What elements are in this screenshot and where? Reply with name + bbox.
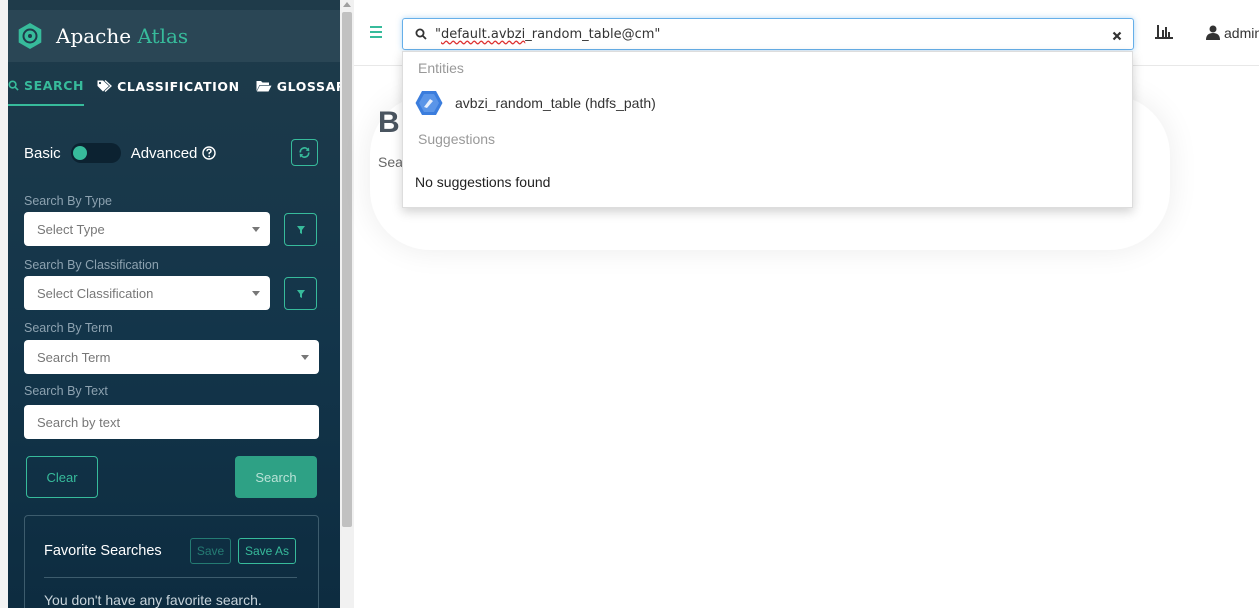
type-filter-button[interactable]: [284, 213, 317, 246]
window-edge: [0, 0, 8, 608]
advanced-label: Advanced: [130, 144, 198, 162]
search-text-placeholder: Search by text: [37, 414, 121, 430]
atlas-logo-icon: [18, 23, 42, 49]
chevron-down-icon: [252, 227, 260, 232]
refresh-button[interactable]: [291, 139, 318, 166]
search-by-classification-label: Search By Classification: [24, 258, 159, 272]
tab-search[interactable]: SEARCH: [8, 66, 85, 106]
no-suggestions-message: No suggestions found: [415, 174, 551, 190]
search-text-input[interactable]: Search by text: [24, 405, 319, 439]
statistics-icon[interactable]: [1155, 24, 1173, 45]
tab-classification-label: CLASSIFICATION: [117, 78, 240, 94]
filter-icon: [296, 225, 305, 234]
user-name[interactable]: admin: [1224, 25, 1259, 41]
search-icon: [8, 79, 19, 91]
brand-title: Apache Atlas: [56, 24, 189, 48]
page-subtitle: Sea: [378, 154, 403, 170]
sidebar: Apache Atlas SEARCH CLASSIFICATION GLOSS…: [0, 0, 354, 608]
user-icon[interactable]: [1206, 25, 1220, 45]
divider: [44, 577, 297, 578]
search-query-text: "default.avbzi_random_table@cm": [435, 26, 661, 42]
global-search-input[interactable]: "default.avbzi_random_table@cm": [402, 18, 1134, 50]
clear-button[interactable]: Clear: [26, 456, 98, 498]
favorite-searches-panel: Favorite Searches Save Save As You don't…: [24, 515, 319, 608]
folder-icon: [256, 81, 272, 92]
page-title: B: [378, 106, 400, 139]
classification-filter-button[interactable]: [284, 277, 317, 310]
search-term-dropdown[interactable]: Search Term: [24, 340, 319, 374]
question-circle-icon[interactable]: [202, 146, 217, 160]
scroll-thumb[interactable]: [342, 12, 352, 527]
chevron-down-icon: [252, 291, 260, 296]
entity-result-label: avbzi_random_table (hdfs_path): [455, 95, 656, 111]
save-as-button[interactable]: Save As: [238, 538, 296, 564]
search-icon: [415, 28, 427, 40]
select-classification-placeholder: Select Classification: [37, 285, 154, 301]
hamburger-menu-icon[interactable]: [370, 26, 382, 38]
search-mode-toggle[interactable]: [70, 143, 121, 163]
refresh-icon: [299, 147, 310, 158]
sidebar-scrollbar[interactable]: [340, 0, 354, 608]
suggestions-section-label: Suggestions: [418, 131, 496, 147]
save-button[interactable]: Save: [190, 538, 231, 564]
select-type-dropdown[interactable]: Select Type: [24, 212, 270, 246]
search-term-placeholder: Search Term: [37, 349, 111, 365]
favorites-empty-message: You don't have any favorite search.: [44, 592, 262, 608]
select-type-placeholder: Select Type: [37, 221, 105, 237]
hdfs-path-entity-icon: [415, 91, 443, 115]
basic-label: Basic: [24, 144, 61, 162]
search-mode-toggle-row: Basic Advanced: [24, 142, 324, 164]
select-classification-dropdown[interactable]: Select Classification: [24, 276, 270, 310]
search-suggestions-dropdown: Entities avbzi_random_table (hdfs_path) …: [402, 51, 1133, 208]
search-by-type-label: Search By Type: [24, 194, 113, 208]
sidebar-tabs: SEARCH CLASSIFICATION GLOSSARY: [8, 66, 354, 106]
entity-result-item[interactable]: avbzi_random_table (hdfs_path): [415, 90, 656, 116]
tab-classification[interactable]: CLASSIFICATION: [97, 66, 240, 106]
search-by-term-label: Search By Term: [24, 321, 113, 335]
chevron-down-icon: [301, 355, 309, 360]
search-button[interactable]: Search: [235, 456, 317, 498]
filter-icon: [296, 289, 305, 298]
brand-header[interactable]: Apache Atlas: [8, 10, 340, 62]
favorite-searches-title: Favorite Searches: [44, 543, 162, 559]
entities-section-label: Entities: [418, 60, 464, 76]
search-by-text-label: Search By Text: [24, 384, 108, 398]
scroll-up-arrow-icon[interactable]: [343, 2, 351, 7]
tag-icon: [97, 80, 113, 92]
clear-search-icon[interactable]: [1112, 28, 1122, 46]
tab-search-label: SEARCH: [24, 77, 85, 93]
toggle-knob: [72, 146, 87, 160]
